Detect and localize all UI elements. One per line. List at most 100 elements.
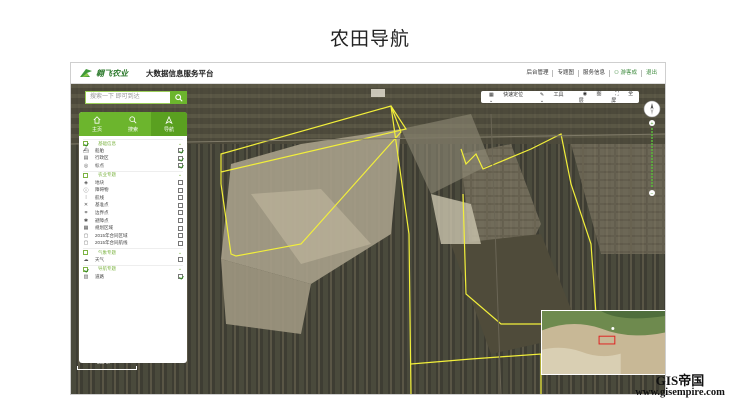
layer-group-header[interactable]: 气象专题 ⌄: [83, 248, 183, 256]
layer-checkbox[interactable]: [178, 257, 183, 263]
layer-checkbox[interactable]: [178, 218, 183, 224]
layer-item-label: 2015年合同航线: [95, 240, 128, 246]
layer-item-label: 规划区域: [95, 225, 113, 231]
search-icon: [174, 93, 183, 102]
logo[interactable]: 翱飞农业: [79, 63, 128, 84]
layer-checkbox[interactable]: [178, 180, 183, 186]
group-checkbox[interactable]: [83, 141, 88, 146]
nav-logout[interactable]: 退出: [642, 70, 661, 77]
chevron-down-icon[interactable]: ⌄: [177, 250, 183, 256]
layer-item[interactable]: ▢ 2015年合同区域: [83, 232, 183, 240]
layer-checkbox[interactable]: [178, 187, 183, 193]
tab-navigation[interactable]: 导航: [151, 112, 187, 136]
layer-checkbox[interactable]: [178, 274, 183, 280]
group-checkbox[interactable]: [83, 172, 88, 178]
nav-admin[interactable]: 后台管理: [522, 70, 554, 77]
layer-item-label: 地块: [95, 179, 104, 185]
panel-tabs: 主页 搜索 导航: [79, 112, 187, 136]
chevron-down-icon[interactable]: ⌄: [177, 266, 183, 272]
layer-item-label: 行政区: [95, 155, 109, 161]
layer-checkbox[interactable]: [178, 163, 183, 169]
svg-text:+: +: [651, 121, 654, 127]
road-icon: ▥: [83, 273, 89, 280]
layer-item[interactable]: ▢ 2015年合同航线: [83, 240, 183, 248]
layer-item-label: 避障点: [95, 217, 109, 223]
layer-item-label: 标点: [95, 162, 104, 168]
layer-item[interactable]: ▦ 规划区域: [83, 224, 183, 232]
search-input[interactable]: 搜索一下 即可到达: [85, 91, 181, 104]
layer-checkbox[interactable]: [178, 233, 183, 239]
scale-bar: 300 m: [77, 360, 137, 370]
svg-text:−: −: [651, 191, 654, 197]
home-icon: [93, 115, 101, 124]
layer-item-label: 基准点: [95, 202, 109, 208]
nav-service-info[interactable]: 服务信息: [579, 70, 610, 77]
obstacle-icon: ⓘ: [83, 187, 89, 194]
route-icon: ⦙: [85, 194, 87, 201]
layer-item-label: 道路: [95, 273, 104, 279]
top-bar: 翱飞农业 大数据信息服务平台 后台管理 专题图 服务信息 ⚇ 游客成 退出: [71, 63, 665, 84]
layer-item[interactable]: ⦙ 航线: [83, 194, 183, 202]
layer-checkbox[interactable]: [178, 148, 183, 154]
layer-checkbox[interactable]: [178, 240, 183, 246]
fullscreen-button[interactable]: ⛶ 全屏: [607, 90, 639, 104]
layer-item[interactable]: ⌗ 边界点: [83, 209, 183, 217]
tools-button[interactable]: ✎ 工具 ⌄: [532, 91, 575, 104]
map-toolbar: ▦ 快速定位 ⌄ ✎ 工具 ⌄ ◉ 图层 ⛶ 全屏: [481, 90, 639, 104]
contract-route-icon: ▢: [83, 240, 89, 247]
nav-user[interactable]: ⚇ 游客成: [610, 70, 642, 77]
marker-icon: ◎: [83, 162, 89, 169]
watermark-brand: GIS帝国: [655, 373, 705, 388]
layer-group-title: 农业专题: [98, 172, 116, 178]
layer-checkbox[interactable]: [178, 210, 183, 216]
fullscreen-icon: ⛶: [615, 91, 621, 97]
search-button[interactable]: [170, 91, 187, 104]
layers-icon: ◉: [582, 91, 589, 97]
layer-item-label: 航线: [95, 194, 104, 200]
logo-icon: [80, 69, 92, 77]
datum-icon: ✕: [83, 202, 89, 209]
quick-locate-button[interactable]: ▦ 快速定位 ⌄: [481, 91, 532, 104]
layer-group-title: 基础信息: [98, 140, 116, 146]
layer-list: 基础信息 ⌄ ⛴ 船舶 ▤ 行政区 ◎ 标点 农业专题 ⌄ ◈ 地块 ⓘ 障碍物 ⦙ 航线 ✕ 基准点 ⌗ 边界点 ✱ 避…: [79, 136, 187, 282]
group-checkbox[interactable]: [83, 266, 88, 272]
plan-area-icon: ▦: [83, 225, 89, 232]
zoom-control[interactable]: + −: [643, 100, 661, 200]
layer-item[interactable]: ◈ 地块: [83, 179, 183, 187]
layer-checkbox[interactable]: [178, 195, 183, 201]
app-title: 大数据信息服务平台: [146, 68, 214, 78]
group-checkbox[interactable]: [83, 250, 88, 256]
top-nav: 后台管理 专题图 服务信息 ⚇ 游客成 退出: [522, 63, 661, 84]
layer-item-label: 障碍物: [95, 187, 109, 193]
layer-item[interactable]: ✕ 基准点: [83, 202, 183, 210]
layer-item[interactable]: ⓘ 障碍物: [83, 186, 183, 194]
layer-panel: 主页 搜索 导航 基础信息 ⌄ ⛴ 船舶 ▤ 行政区 ◎ 标点 农业专题 ⌄ ◈ 地块 ⓘ 障碍物 ⦙ 航线 ✕…: [79, 112, 187, 363]
layer-item[interactable]: ✱ 避障点: [83, 217, 183, 225]
layer-item[interactable]: ⛴ 船舶: [83, 147, 183, 155]
chevron-down-icon[interactable]: ⌄: [177, 172, 183, 178]
layer-item-label: 船舶: [95, 147, 104, 153]
layer-item-label: 天气: [95, 256, 104, 262]
nav-thematic-map[interactable]: 专题图: [553, 70, 579, 77]
layer-group-header[interactable]: 农业专题 ⌄: [83, 170, 183, 179]
chevron-down-icon[interactable]: ⌄: [177, 141, 183, 147]
layer-item[interactable]: ◎ 标点: [83, 162, 183, 170]
tab-search[interactable]: 搜索: [115, 112, 151, 136]
layer-item[interactable]: ▥ 道路: [83, 273, 183, 281]
tab-home[interactable]: 主页: [79, 112, 115, 136]
layer-item[interactable]: ▤ 行政区: [83, 155, 183, 163]
watermark-url: www.gisempire.com: [635, 387, 725, 398]
layer-item[interactable]: ☁ 天气: [83, 256, 183, 264]
layer-group-title: 导航专题: [98, 266, 116, 272]
weather-icon: ☁: [83, 256, 89, 263]
chevron-down-icon: ⌄: [489, 97, 494, 104]
layer-group-header[interactable]: 导航专题 ⌄: [83, 264, 183, 273]
layer-checkbox[interactable]: [178, 202, 183, 208]
overview-map[interactable]: [541, 310, 666, 375]
layer-group-header[interactable]: 基础信息 ⌄: [83, 139, 183, 147]
watermark: GIS帝国 www.gisempire.com: [624, 374, 736, 399]
layer-checkbox[interactable]: [178, 155, 183, 161]
locate-icon: ▦: [489, 91, 496, 98]
layers-button[interactable]: ◉ 图层: [575, 90, 607, 104]
layer-checkbox[interactable]: [178, 225, 183, 231]
